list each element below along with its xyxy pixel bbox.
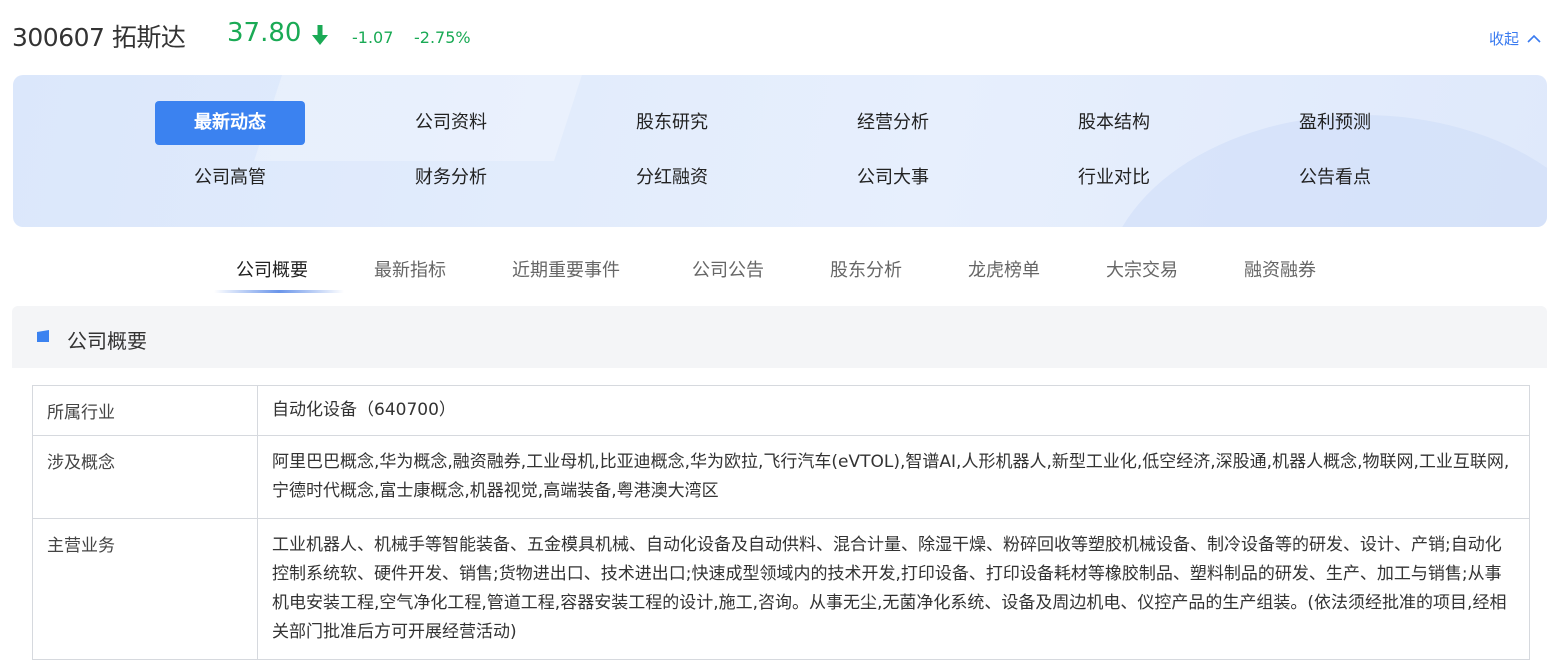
nav-item-operation-analysis[interactable]: 经营分析 (818, 101, 968, 145)
module-nav-panel: 最新动态 公司资料 股东研究 经营分析 股本结构 盈利预测 公司高管 财务分析 … (13, 75, 1547, 227)
subtab-shareholder-analysis[interactable]: 股东分析 (830, 256, 902, 282)
nav-item-dividend-financing[interactable]: 分红融资 (597, 156, 747, 200)
row-value-concepts: 阿里巴巴概念,华为概念,融资融券,工业母机,比亚迪概念,华为欧拉,飞行汽车(eV… (257, 435, 1530, 519)
price-change: -1.07 (352, 28, 394, 47)
nav-item-latest-news[interactable]: 最新动态 (155, 101, 305, 145)
arrow-down-icon (312, 25, 328, 45)
section-title: 公司概要 (67, 329, 147, 353)
module-nav-grid: 最新动态 公司资料 股东研究 经营分析 股本结构 盈利预测 公司高管 财务分析 … (13, 75, 1547, 227)
row-value-main-business: 工业机器人、机械手等智能装备、五金模具机械、自动化设备及自动供料、混合计量、除湿… (257, 518, 1530, 660)
subtab-recent-events[interactable]: 近期重要事件 (512, 256, 620, 282)
nav-item-announcement-highlights[interactable]: 公告看点 (1260, 156, 1410, 200)
nav-item-capital-structure[interactable]: 股本结构 (1039, 101, 1189, 145)
active-tab-indicator (214, 290, 344, 293)
nav-item-industry-comparison[interactable]: 行业对比 (1039, 156, 1189, 200)
nav-item-executives[interactable]: 公司高管 (155, 156, 305, 200)
nav-item-shareholder-research[interactable]: 股东研究 (597, 101, 747, 145)
subtab-company-overview[interactable]: 公司概要 (236, 256, 308, 282)
chevron-up-icon (1527, 34, 1541, 43)
subtab-margin-trading[interactable]: 融资融券 (1244, 256, 1316, 282)
row-label-concepts: 涉及概念 (32, 435, 258, 519)
section-header: 公司概要 (12, 306, 1547, 368)
table-row: 所属行业 自动化设备（640700） (32, 385, 1530, 436)
collapse-button[interactable]: 收起 (1489, 28, 1541, 49)
price-change-percent: -2.75% (414, 28, 471, 47)
nav-item-major-events[interactable]: 公司大事 (818, 156, 968, 200)
row-label-industry: 所属行业 (32, 385, 258, 436)
row-value-industry: 自动化设备（640700） (257, 385, 1530, 436)
sub-tab-bar: 公司概要 最新指标 近期重要事件 公司公告 股东分析 龙虎榜单 大宗交易 融资融… (0, 248, 1553, 296)
subtab-dragon-tiger-list[interactable]: 龙虎榜单 (968, 256, 1040, 282)
nav-item-earnings-forecast[interactable]: 盈利预测 (1260, 101, 1410, 145)
collapse-label: 收起 (1488, 30, 1519, 48)
table-row: 涉及概念 阿里巴巴概念,华为概念,融资融券,工业母机,比亚迪概念,华为欧拉,飞行… (32, 435, 1530, 519)
subtab-announcements[interactable]: 公司公告 (692, 256, 764, 282)
stock-header: 300607 拓斯达 37.80 -1.07 -2.75% 收起 (12, 12, 1553, 56)
company-overview-table: 所属行业 自动化设备（640700） 涉及概念 阿里巴巴概念,华为概念,融资融券… (32, 385, 1530, 660)
subtab-latest-indicators[interactable]: 最新指标 (374, 256, 446, 282)
row-label-main-business: 主营业务 (32, 518, 258, 660)
nav-item-financial-analysis[interactable]: 财务分析 (376, 156, 526, 200)
stock-code-name: 300607 拓斯达 (12, 23, 186, 52)
nav-item-company-profile[interactable]: 公司资料 (376, 101, 526, 145)
table-row: 主营业务 工业机器人、机械手等智能装备、五金模具机械、自动化设备及自动供料、混合… (32, 518, 1530, 660)
section-marker-icon (37, 330, 49, 342)
subtab-block-trades[interactable]: 大宗交易 (1106, 256, 1178, 282)
stock-price: 37.80 (227, 18, 302, 48)
